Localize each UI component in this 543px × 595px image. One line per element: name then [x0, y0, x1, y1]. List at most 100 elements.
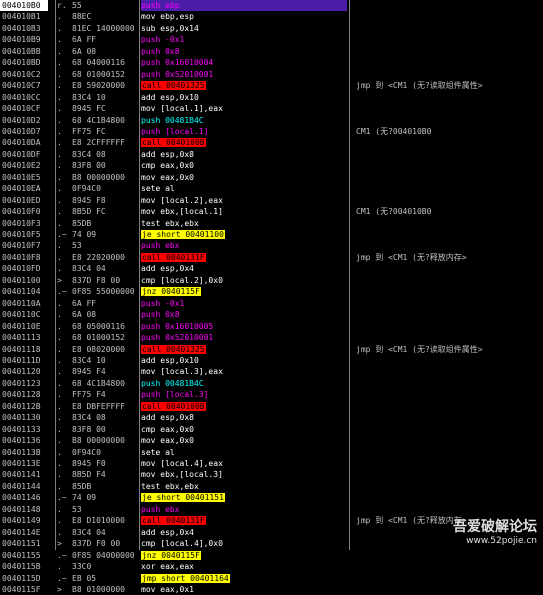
hex-bytes-cell: 6A FF — [72, 35, 97, 45]
disasm-row[interactable]: 0040111D. 83C4 10 add esp,0x10 — [0, 355, 543, 366]
disasm-row[interactable]: 004010D2. 68 4C1B4800 push 00481B4C — [0, 115, 543, 126]
flow-marker: . — [57, 58, 62, 68]
disasm-row[interactable]: 0040113B. 0F94C0 sete al — [0, 447, 543, 458]
address-cell: 004010D2 — [2, 115, 41, 125]
disasm-row[interactable]: 00401118. E8 08020000 call 00401325 jmp 到 <… — [0, 344, 543, 355]
disasm-row[interactable]: 004010F0. 8B5D FC mov ebx,[local.1] CM1 (无?… — [0, 206, 543, 217]
address-cell: 0040113B — [2, 447, 41, 457]
mnemonic: push ebx — [141, 504, 180, 514]
hex-bytes-cell: 0F94C0 — [72, 184, 101, 194]
disasm-row[interactable]: 00401128. FF75 F4 push [local.3] — [0, 389, 543, 400]
instruction-cell: add esp,0x8 — [141, 412, 347, 423]
disasm-row[interactable]: 0040115F > B8 01000000 mov eax,0x1 — [0, 584, 543, 595]
flow-marker: . — [57, 81, 62, 91]
disasm-row[interactable]: 004010CF. 8945 FC mov [local.1],eax — [0, 103, 543, 114]
mnemonic: add esp,0x10 — [141, 355, 199, 365]
disasm-row[interactable]: 004010DA. E8 2CFFFFFF call 0040100B — [0, 137, 543, 148]
flow-marker: . — [57, 207, 62, 217]
instruction-cell: push 0x8 — [141, 46, 347, 57]
mnemonic: call 00401325 — [141, 81, 206, 91]
hex-bytes-cell: 8945 F8 — [72, 195, 106, 205]
address-cell: 004010BD — [2, 58, 41, 68]
mnemonic: push 0x16010005 — [141, 321, 214, 331]
hex-bytes-cell: 6A FF — [72, 298, 97, 308]
instruction-cell: add esp,0x10 — [141, 355, 347, 366]
disasm-row[interactable]: 004010B0 r. 55 push ebp — [0, 0, 543, 11]
disasm-row[interactable]: 004010F5 .~ 74 09 je short 00401100 — [0, 229, 543, 240]
disasm-row[interactable]: 004010F3. 85DB test ebx,ebx — [0, 218, 543, 229]
disasm-row[interactable]: 00401133. 83F8 00 cmp eax,0x0 — [0, 424, 543, 435]
disasm-row[interactable]: 004010F8. E8 22020000 call 0040131F jmp 到 <… — [0, 252, 543, 263]
disasm-row[interactable]: 0040112B. E8 DBFEFFFF call 0040100B — [0, 401, 543, 412]
mnemonic: mov ebx,[local.1] — [141, 207, 223, 217]
flow-marker: > — [57, 539, 62, 549]
disasm-row[interactable]: 004010DF. 83C4 08 add esp,0x8 — [0, 149, 543, 160]
address-cell: 00401120 — [2, 367, 41, 377]
disasm-row[interactable]: 00401100 >837D F8 00 cmp [local.2],0x0 — [0, 275, 543, 286]
disasm-row[interactable]: 004010EA. 0F94C0 sete al — [0, 183, 543, 194]
instruction-cell: call 0040100B — [141, 137, 347, 148]
watermark-title: 吾爱破解论坛 — [453, 519, 537, 535]
disasm-row[interactable]: 00401144. 85DB test ebx,ebx — [0, 481, 543, 492]
disasm-row[interactable]: 004010B1. 8BEC mov ebp,esp — [0, 11, 543, 22]
instruction-cell: call 00401325 — [141, 80, 347, 91]
instruction-cell: push [local.1] — [141, 126, 347, 137]
disasm-row[interactable]: 0040110A. 6A FF push -0x1 — [0, 298, 543, 309]
mnemonic: cmp eax,0x0 — [141, 161, 194, 171]
disasm-row[interactable]: 004010F7. 53 push ebx — [0, 240, 543, 251]
disasm-row[interactable]: 004010B3. 81EC 14000000 sub esp,0x14 — [0, 23, 543, 34]
disasm-row[interactable]: 00401104 .~ 0F85 55000000 jnz 0040115F — [0, 286, 543, 297]
disasm-row[interactable]: 0040110C. 6A 08 push 0x8 — [0, 309, 543, 320]
hex-bytes-cell: 8945 FC — [72, 104, 106, 114]
instruction-cell: jnz 0040115F — [141, 286, 347, 297]
disasm-row[interactable]: 0040113E. 8945 F0 mov [local.4],eax — [0, 458, 543, 469]
hex-bytes-cell: B8 00000000 — [72, 172, 125, 182]
disasm-row[interactable]: 004010ED. 8945 F8 mov [local.2],eax — [0, 195, 543, 206]
disasm-row[interactable]: 00401130. 83C4 08 add esp,0x8 — [0, 412, 543, 423]
hex-bytes-cell: 74 09 — [72, 493, 97, 503]
instruction-cell: add esp,0x4 — [141, 263, 347, 274]
mnemonic: push 0x52010001 — [141, 333, 214, 343]
instruction-cell: push ebx — [141, 504, 347, 515]
flow-marker: .~ — [57, 493, 67, 503]
mnemonic: call 00401325 — [141, 344, 206, 354]
disasm-row[interactable]: 00401141. 8B5D F4 mov ebx,[local.3] — [0, 469, 543, 480]
disasm-row[interactable]: 00401120. 8945 F4 mov [local.3],eax — [0, 366, 543, 377]
disasm-row[interactable]: 004010C2. 68 01000152 push 0x52010001 — [0, 69, 543, 80]
hex-bytes-cell: 53 — [72, 504, 82, 514]
disasm-row[interactable]: 0040115B. 33C0 xor eax,eax — [0, 561, 543, 572]
disasm-row[interactable]: 004010D7. FF75 FC push [local.1] CM1 (无?004… — [0, 126, 543, 137]
hex-bytes-cell: E8 D1010000 — [72, 516, 125, 526]
disasm-row[interactable]: 00401155 .~ 0F85 04000000 jnz 0040115F — [0, 550, 543, 561]
disasm-row[interactable]: 00401146 .~ 74 09 je short 00401151 — [0, 492, 543, 503]
mnemonic: push ebp — [141, 1, 180, 10]
disasm-row[interactable]: 004010E2. 83F8 00 cmp eax,0x0 — [0, 160, 543, 171]
disasm-row[interactable]: 004010E5. B8 00000000 mov eax,0x0 — [0, 172, 543, 183]
flow-marker: . — [57, 562, 62, 572]
hex-bytes-cell: 8B5D F4 — [72, 470, 106, 480]
mnemonic: xor eax,eax — [141, 562, 194, 572]
flow-marker: . — [57, 138, 62, 148]
disasm-row[interactable]: 004010BB. 6A 08 push 0x8 — [0, 46, 543, 57]
mnemonic: mov ebx,[local.3] — [141, 470, 223, 480]
flow-marker: . — [57, 459, 62, 468]
mnemonic: jnz 0040115F — [141, 287, 201, 297]
flow-marker: . — [57, 378, 62, 388]
disasm-row[interactable]: 004010B9. 6A FF push -0x1 — [0, 34, 543, 45]
disasm-row[interactable]: 004010FD. 83C4 04 add esp,0x4 — [0, 263, 543, 274]
disasm-row[interactable]: 00401136. B8 00000000 mov eax,0x0 — [0, 435, 543, 446]
instruction-cell: push 00481B4C — [141, 378, 347, 389]
disasm-row[interactable]: 004010C7. E8 59020000 call 00401325 jmp 到 <… — [0, 80, 543, 91]
flow-marker: . — [57, 401, 62, 411]
disasm-row[interactable]: 00401113. 68 01000152 push 0x52010001 — [0, 332, 543, 343]
disasm-row[interactable]: 00401148. 53 push ebx — [0, 504, 543, 515]
disasm-row[interactable]: 004010BD. 68 04000116 push 0x16010004 — [0, 57, 543, 68]
hex-bytes-cell: 83C4 08 — [72, 413, 106, 423]
disasm-row[interactable]: 00401123. 68 4C1B4800 push 00481B4C — [0, 378, 543, 389]
disassembly-window[interactable]: 004010B0 r. 55 push ebp 004010B1. 8BEC mov ebp… — [0, 0, 543, 594]
disasm-row[interactable]: 0040115D .~ EB 05 jmp short 00401164 — [0, 573, 543, 584]
hex-bytes-cell: 837D F0 00 — [72, 539, 121, 549]
address-cell: 00401141 — [2, 470, 41, 480]
disasm-row[interactable]: 004010CC. 83C4 10 add esp,0x10 — [0, 92, 543, 103]
disasm-row[interactable]: 0040110E. 68 05000116 push 0x16010005 — [0, 321, 543, 332]
